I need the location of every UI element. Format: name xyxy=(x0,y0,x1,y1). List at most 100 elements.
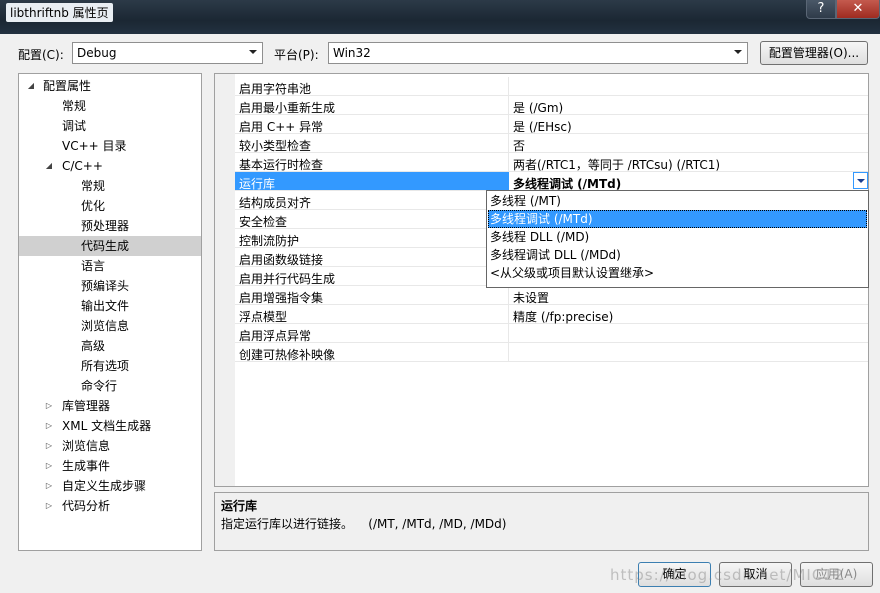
property-value: 两者(/RTC1，等同于 /RTCsu) (/RTC1) xyxy=(513,158,721,172)
property-name: 基本运行时检查 xyxy=(239,158,324,172)
tree-item-label: C/C++ xyxy=(62,159,103,173)
expand-arrow-icon[interactable]: ▷ xyxy=(43,476,55,496)
help-button[interactable]: ? xyxy=(806,0,836,19)
tree-item[interactable]: 常规 xyxy=(19,176,201,196)
column-separator xyxy=(508,77,509,96)
dropdown-option[interactable]: <从父级或项目默认设置继承> xyxy=(488,264,867,282)
property-name: 控制流防护 xyxy=(239,234,300,248)
apply-button[interactable]: 应用(A) xyxy=(800,562,873,587)
tree-item-label: 常规 xyxy=(62,99,87,113)
chevron-down-icon xyxy=(733,48,743,58)
tree-item[interactable]: 优化 xyxy=(19,196,201,216)
expand-arrow-icon[interactable]: ▷ xyxy=(43,396,55,416)
tree-item-label: 代码分析 xyxy=(62,499,111,513)
cancel-button[interactable]: 取消 xyxy=(719,562,792,587)
property-row[interactable]: 较小类型检查 否 xyxy=(235,134,868,153)
tree-item[interactable]: 调试 xyxy=(19,116,201,136)
property-name: 启用 C++ 异常 xyxy=(239,120,324,134)
tree-item[interactable]: 常规 xyxy=(19,96,201,116)
tree-item-label: 浏览信息 xyxy=(62,439,111,453)
property-row[interactable]: 启用最小重新生成 是 (/Gm) xyxy=(235,96,868,115)
property-name: 启用浮点异常 xyxy=(239,329,312,343)
tree-item-label: 优化 xyxy=(81,199,106,213)
close-button[interactable]: ✕ xyxy=(836,0,880,19)
tree-item[interactable]: 语言 xyxy=(19,256,201,276)
expand-arrow-icon[interactable]: ▷ xyxy=(43,456,55,476)
tree-item-label: XML 文档生成器 xyxy=(62,419,152,433)
tree-item-label: 语言 xyxy=(81,259,106,273)
tree-item[interactable]: 输出文件 xyxy=(19,296,201,316)
platform-combo[interactable]: Win32 xyxy=(328,42,748,64)
tree-item[interactable]: ◢ 配置属性 xyxy=(19,76,201,96)
property-name: 结构成员对齐 xyxy=(239,196,312,210)
tree-item[interactable]: 所有选项 xyxy=(19,356,201,376)
config-combo[interactable]: Debug xyxy=(72,42,263,64)
config-value: Debug xyxy=(77,46,117,60)
chevron-down-icon xyxy=(248,48,258,58)
property-row[interactable]: 启用增强指令集 未设置 xyxy=(235,286,868,305)
collapse-arrow-icon[interactable]: ◢ xyxy=(25,76,37,96)
tree-item[interactable]: ▷ 库管理器 xyxy=(19,396,201,416)
title-bar: libthriftnb 属性页 ? ✕ xyxy=(0,0,880,34)
column-separator xyxy=(508,343,509,362)
property-value: 精度 (/fp:precise) xyxy=(513,310,614,324)
config-manager-button[interactable]: 配置管理器(O)... xyxy=(760,41,868,65)
tree-item[interactable]: ▷ XML 文档生成器 xyxy=(19,416,201,436)
window-title: libthriftnb 属性页 xyxy=(6,3,113,22)
tree-item[interactable]: VC++ 目录 xyxy=(19,136,201,156)
tree-item[interactable]: 预处理器 xyxy=(19,216,201,236)
runtime-library-dropdown[interactable]: 多线程 (/MT) 多线程调试 (/MTd) 多线程 DLL (/MD) 多线程调试 … xyxy=(486,190,869,288)
tree-item[interactable]: 浏览信息 xyxy=(19,316,201,336)
tree-item[interactable]: ▷ 生成事件 xyxy=(19,456,201,476)
property-name: 启用并行代码生成 xyxy=(239,272,336,286)
property-value: 是 (/Gm) xyxy=(513,101,564,115)
dropdown-option[interactable]: 多线程调试 DLL (/MDd) xyxy=(488,246,867,264)
column-separator xyxy=(508,153,509,172)
property-row[interactable]: 启用浮点异常 xyxy=(235,324,868,343)
tree-item[interactable]: ▷ 浏览信息 xyxy=(19,436,201,456)
property-row[interactable]: 启用字符串池 xyxy=(235,77,868,96)
property-name: 运行库 xyxy=(239,177,276,191)
column-separator xyxy=(508,96,509,115)
dropdown-option[interactable]: 多线程 (/MT) xyxy=(488,192,867,210)
column-separator xyxy=(508,115,509,134)
expand-arrow-icon[interactable]: ▷ xyxy=(43,496,55,516)
description-title: 运行库 xyxy=(221,499,258,513)
property-name: 启用增强指令集 xyxy=(239,291,324,305)
property-row[interactable]: 创建可热修补映像 xyxy=(235,343,868,362)
expand-arrow-icon[interactable]: ▷ xyxy=(43,436,55,456)
tree-item-label: 调试 xyxy=(62,119,87,133)
expand-arrow-icon[interactable]: ▷ xyxy=(43,416,55,436)
dropdown-option[interactable]: 多线程 DLL (/MD) xyxy=(488,228,867,246)
property-row[interactable]: 运行库 多线程调试 (/MTd) xyxy=(235,172,868,191)
tree-item-label: 所有选项 xyxy=(81,359,130,373)
property-name: 创建可热修补映像 xyxy=(239,348,336,362)
column-separator xyxy=(508,286,509,305)
property-name: 启用字符串池 xyxy=(239,82,312,96)
dropdown-option[interactable]: 多线程调试 (/MTd) xyxy=(488,210,867,228)
ok-button[interactable]: 确定 xyxy=(638,562,711,587)
property-row[interactable]: 基本运行时检查 两者(/RTC1，等同于 /RTCsu) (/RTC1) xyxy=(235,153,868,172)
tree-item-label: 浏览信息 xyxy=(81,319,130,333)
tree-item[interactable]: 预编译头 xyxy=(19,276,201,296)
property-row[interactable]: 启用 C++ 异常 是 (/EHsc) xyxy=(235,115,868,134)
tree-item-label: 预编译头 xyxy=(81,279,130,293)
collapse-arrow-icon[interactable]: ◢ xyxy=(43,156,55,176)
property-row[interactable]: 浮点模型 精度 (/fp:precise) xyxy=(235,305,868,324)
column-separator xyxy=(508,305,509,324)
tree-item-label: 配置属性 xyxy=(43,79,92,93)
tree-item[interactable]: 高级 xyxy=(19,336,201,356)
property-name: 启用函数级链接 xyxy=(239,253,324,267)
tree-item[interactable]: 代码生成 xyxy=(19,236,201,256)
property-value: 否 xyxy=(513,139,526,153)
description-text: 指定运行库以进行链接。 (/MT, /MTd, /MD, /MDd) xyxy=(221,517,507,531)
dropdown-toggle-button[interactable] xyxy=(853,172,868,189)
tree-item-label: 预处理器 xyxy=(81,219,130,233)
tree-item[interactable]: ◢ C/C++ xyxy=(19,156,201,176)
property-name: 安全检查 xyxy=(239,215,288,229)
config-label: 配置(C): xyxy=(18,48,64,62)
tree-item[interactable]: ▷ 代码分析 xyxy=(19,496,201,516)
tree-item-label: 常规 xyxy=(81,179,106,193)
tree-item[interactable]: ▷ 自定义生成步骤 xyxy=(19,476,201,496)
tree-item[interactable]: 命令行 xyxy=(19,376,201,396)
